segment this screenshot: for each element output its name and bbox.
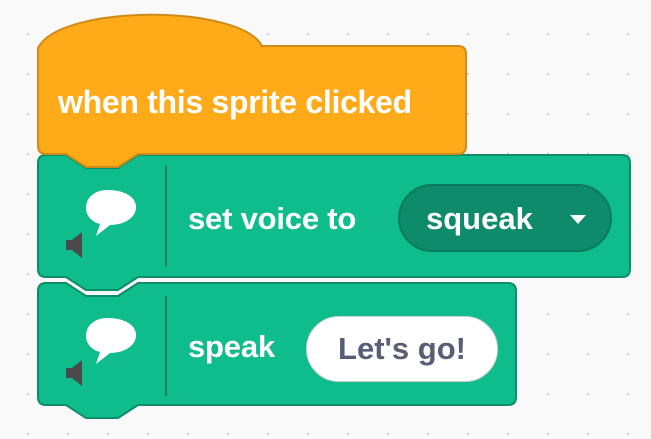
- speak-text-input[interactable]: Let's go!: [306, 316, 498, 382]
- code-canvas[interactable]: when this sprite clicked set voice to sq…: [0, 0, 651, 439]
- hat-block-label: when this sprite clicked: [58, 84, 412, 120]
- chevron-down-icon: [570, 215, 586, 224]
- voice-dropdown-value: squeak: [426, 201, 533, 236]
- block-icon-divider: [165, 296, 167, 396]
- block-icon-divider: [165, 166, 167, 266]
- speak-text-value: Let's go!: [338, 331, 466, 366]
- speak-label: speak: [188, 329, 275, 364]
- voice-dropdown[interactable]: squeak: [398, 184, 612, 252]
- speech-bubble-speaker-icon: [64, 182, 154, 272]
- speech-bubble-speaker-icon: [64, 310, 154, 400]
- set-voice-label: set voice to: [188, 201, 357, 236]
